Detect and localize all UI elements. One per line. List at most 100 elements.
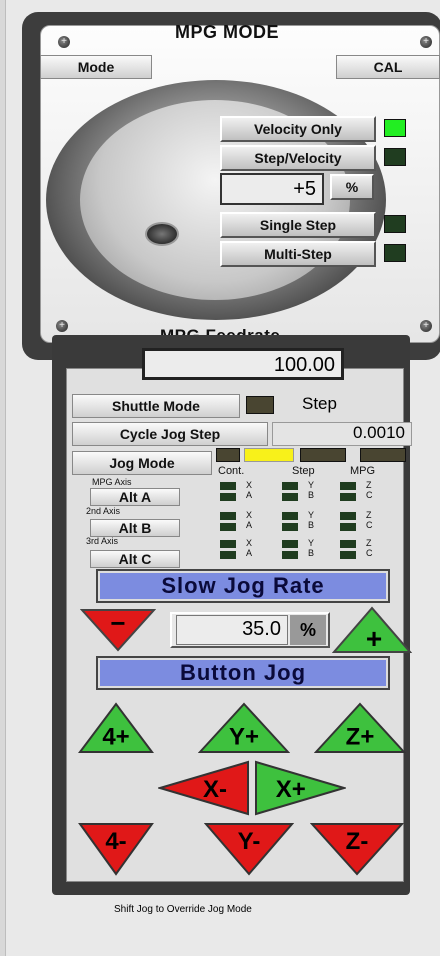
axis-letter: C [366, 520, 373, 530]
multi-step-button[interactable]: Multi-Step [220, 241, 376, 267]
jog-mode-led-step [300, 448, 346, 462]
mode-button[interactable]: Mode [40, 55, 152, 79]
axis-led [340, 493, 356, 501]
jog-4-minus-label: 4- [105, 828, 126, 855]
axis-led [282, 540, 298, 548]
jog-4-plus-label: 4+ [102, 724, 129, 751]
mpg-axis-label: MPG Axis [92, 477, 132, 487]
second-axis-label: 2nd Axis [86, 506, 121, 516]
axis-letter: Y [308, 510, 315, 520]
axis-letter: B [308, 520, 315, 530]
jog-x-minus-label: X- [203, 776, 227, 803]
axis-led [340, 540, 356, 548]
button-jog-banner: Button Jog [96, 656, 390, 690]
cont-column-label: Cont. [218, 465, 245, 477]
screw-icon: + [420, 36, 432, 48]
cycle-jog-step-button[interactable]: Cycle Jog Step [72, 422, 268, 446]
jog-mode-led-cont [244, 448, 294, 462]
axis-letter: C [366, 548, 373, 558]
jog-step-label: Step [302, 394, 337, 413]
axis-led [340, 551, 356, 559]
axis-letter: Y [308, 480, 315, 490]
jog-mode-button[interactable]: Jog Mode [72, 451, 212, 475]
mpg-column-label: MPG [350, 465, 376, 477]
single-step-button[interactable]: Single Step [220, 212, 376, 238]
screw-icon: + [420, 320, 432, 332]
screw-icon: + [56, 320, 68, 332]
multi-step-led [384, 244, 406, 262]
axis-led [220, 493, 236, 501]
mpg-mode-title: MPG MODE [175, 22, 280, 42]
jog-y-minus-button[interactable]: Y- [204, 822, 294, 876]
jog-4-plus-button[interactable]: 4+ [78, 702, 154, 754]
alt-b-button[interactable]: Alt B [90, 519, 180, 537]
alt-a-button[interactable]: Alt A [90, 488, 180, 506]
jog-mode-led-mpg [360, 448, 406, 462]
axis-letter: Z [366, 480, 372, 490]
axis-letter: A [246, 490, 253, 500]
jog-z-minus-label: Z- [346, 828, 369, 855]
axis-letter: A [246, 548, 253, 558]
jog-x-minus-button[interactable]: X- [158, 760, 250, 816]
axis-led [282, 482, 298, 490]
jog-x-plus-label: X+ [276, 776, 306, 803]
axis-letter: X [246, 538, 253, 548]
mpg-feedrate-display: 100.00 [142, 348, 344, 380]
velocity-only-led [384, 119, 406, 137]
axis-led [282, 512, 298, 520]
jog-y-plus-label: Y+ [229, 724, 259, 751]
jog-y-minus-label: Y- [238, 828, 261, 855]
axis-led [220, 523, 236, 531]
axis-led [220, 551, 236, 559]
axis-letter: Y [308, 538, 315, 548]
axis-led [220, 482, 236, 490]
jog-z-minus-button[interactable]: Z- [310, 822, 404, 876]
axis-led [340, 482, 356, 490]
axis-led [340, 512, 356, 520]
axis-led [220, 512, 236, 520]
axis-letter: Z [366, 510, 372, 520]
jog-x-plus-button[interactable]: X+ [254, 760, 346, 816]
jog-4-minus-button[interactable]: 4- [78, 822, 154, 876]
axis-letter: X [246, 480, 253, 490]
jog-z-plus-label: Z+ [346, 724, 375, 751]
jog-y-plus-button[interactable]: Y+ [198, 702, 290, 754]
cal-button[interactable]: CAL [336, 55, 440, 79]
slow-jog-rate-banner: Slow Jog Rate [96, 569, 390, 603]
jog-z-plus-button[interactable]: Z+ [314, 702, 406, 754]
step-velocity-led [384, 148, 406, 166]
jog-step-display: 0.0010 [272, 422, 412, 446]
axis-letter: B [308, 548, 315, 558]
shuttle-mode-button[interactable]: Shuttle Mode [72, 394, 240, 418]
shuttle-mode-led [246, 396, 274, 414]
jog-mode-led-1 [216, 448, 240, 462]
axis-letter: C [366, 490, 373, 500]
footer-hint: Shift Jog to Override Jog Mode [114, 904, 252, 915]
window-left-edge [0, 0, 6, 956]
axis-led [340, 523, 356, 531]
mpg-increment-display: +5 [220, 173, 324, 205]
axis-led [282, 493, 298, 501]
axis-letter: A [246, 520, 253, 530]
axis-letter: Z [366, 538, 372, 548]
axis-letter: B [308, 490, 315, 500]
alt-c-button[interactable]: Alt C [90, 550, 180, 568]
velocity-only-button[interactable]: Velocity Only [220, 116, 376, 142]
axis-led [220, 540, 236, 548]
jog-rate-plus-button[interactable]: + [332, 606, 412, 654]
jog-rate-percent: % [290, 615, 326, 645]
axis-led [282, 523, 298, 531]
jog-rate-minus-button[interactable]: − [80, 608, 156, 652]
jog-rate-plus-label: + [366, 623, 382, 654]
axis-led [282, 551, 298, 559]
mpg-dial-knob[interactable] [145, 222, 179, 246]
screw-icon: + [58, 36, 70, 48]
jog-rate-minus-label: − [110, 608, 125, 638]
step-column-label: Step [292, 465, 315, 477]
jog-rate-display: 35.0 [176, 615, 288, 645]
increment-percent-button[interactable]: % [330, 174, 374, 200]
third-axis-label: 3rd Axis [86, 536, 119, 546]
axis-letter: X [246, 510, 253, 520]
single-step-led [384, 215, 406, 233]
step-velocity-button[interactable]: Step/Velocity [220, 145, 376, 171]
